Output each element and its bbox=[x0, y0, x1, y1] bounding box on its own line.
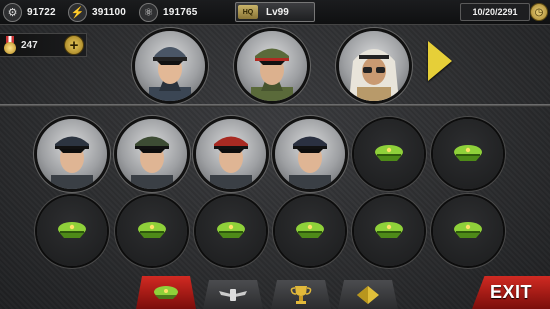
add-medals-button[interactable]: + bbox=[64, 35, 84, 55]
top-bar: ⚙ 91722 ⚡ 391100 ⚛ 191765 HQ Lv99 10/20/… bbox=[0, 0, 550, 25]
atom-resource: ⚛ 191765 bbox=[139, 2, 198, 22]
empty-slot[interactable] bbox=[117, 196, 187, 266]
general-portrait-icon bbox=[51, 136, 93, 189]
officer-cap-icon bbox=[454, 222, 482, 238]
lightning-icon: ⚡ bbox=[68, 2, 87, 22]
officer-cap-icon bbox=[296, 222, 324, 238]
empty-slot[interactable] bbox=[354, 196, 424, 266]
tab-generals[interactable] bbox=[136, 276, 196, 309]
roster-general[interactable] bbox=[196, 119, 266, 189]
atom-icon: ⚛ bbox=[139, 2, 158, 22]
empty-slot[interactable] bbox=[196, 196, 266, 266]
roster-general[interactable] bbox=[117, 119, 187, 189]
energy-resource: ⚡ 391100 bbox=[68, 2, 127, 22]
trophy-icon bbox=[290, 285, 312, 304]
general-portrait-icon bbox=[251, 48, 293, 101]
hq-level-label: Lv99 bbox=[266, 6, 289, 18]
officer-cap-icon bbox=[154, 285, 178, 299]
roster-general[interactable] bbox=[37, 119, 107, 189]
officer-cap-icon bbox=[217, 222, 245, 238]
general-portrait-icon bbox=[289, 136, 331, 189]
general-portrait-icon bbox=[210, 136, 252, 189]
medals-panel: 247 + bbox=[0, 33, 87, 57]
clock-icon[interactable]: ◷ bbox=[530, 3, 548, 21]
officer-cap-icon bbox=[375, 222, 403, 238]
officer-cap-icon bbox=[58, 222, 86, 238]
general-portrait-icon bbox=[349, 49, 399, 101]
exit-button[interactable]: EXIT bbox=[472, 276, 550, 309]
empty-slot[interactable] bbox=[275, 196, 345, 266]
top-general-3[interactable] bbox=[339, 31, 409, 101]
game-date: 10/20/2291 bbox=[460, 3, 530, 21]
empty-slot[interactable] bbox=[354, 119, 424, 189]
hq-level[interactable]: HQ Lv99 bbox=[235, 2, 315, 22]
top-general-1[interactable] bbox=[135, 31, 205, 101]
general-portrait-icon bbox=[131, 136, 173, 189]
tab-skills[interactable] bbox=[203, 280, 263, 309]
diamond-icon bbox=[357, 285, 379, 304]
roster-general[interactable] bbox=[275, 119, 345, 189]
empty-slot[interactable] bbox=[37, 196, 107, 266]
gear-icon: ⚙ bbox=[3, 2, 22, 22]
divider bbox=[0, 104, 550, 107]
top-general-2[interactable] bbox=[237, 31, 307, 101]
hq-badge-icon: HQ bbox=[238, 5, 258, 19]
general-portrait-icon bbox=[149, 47, 191, 101]
gear-count: 91722 bbox=[27, 6, 56, 18]
empty-slot[interactable] bbox=[433, 196, 503, 266]
tab-rewards[interactable] bbox=[271, 280, 331, 309]
wings-badge-icon bbox=[219, 288, 247, 301]
officer-cap-icon bbox=[375, 145, 403, 161]
officer-cap-icon bbox=[454, 145, 482, 161]
bottom-tabs bbox=[0, 276, 550, 309]
medal-icon bbox=[3, 36, 17, 54]
officer-cap-icon bbox=[138, 222, 166, 238]
gear-resource: ⚙ 91722 bbox=[3, 2, 56, 22]
atom-count: 191765 bbox=[163, 6, 198, 18]
medal-count: 247 bbox=[21, 39, 38, 51]
energy-count: 391100 bbox=[92, 6, 127, 18]
tab-upgrade[interactable] bbox=[338, 280, 398, 309]
next-arrow-icon[interactable] bbox=[428, 41, 452, 81]
empty-slot[interactable] bbox=[433, 119, 503, 189]
